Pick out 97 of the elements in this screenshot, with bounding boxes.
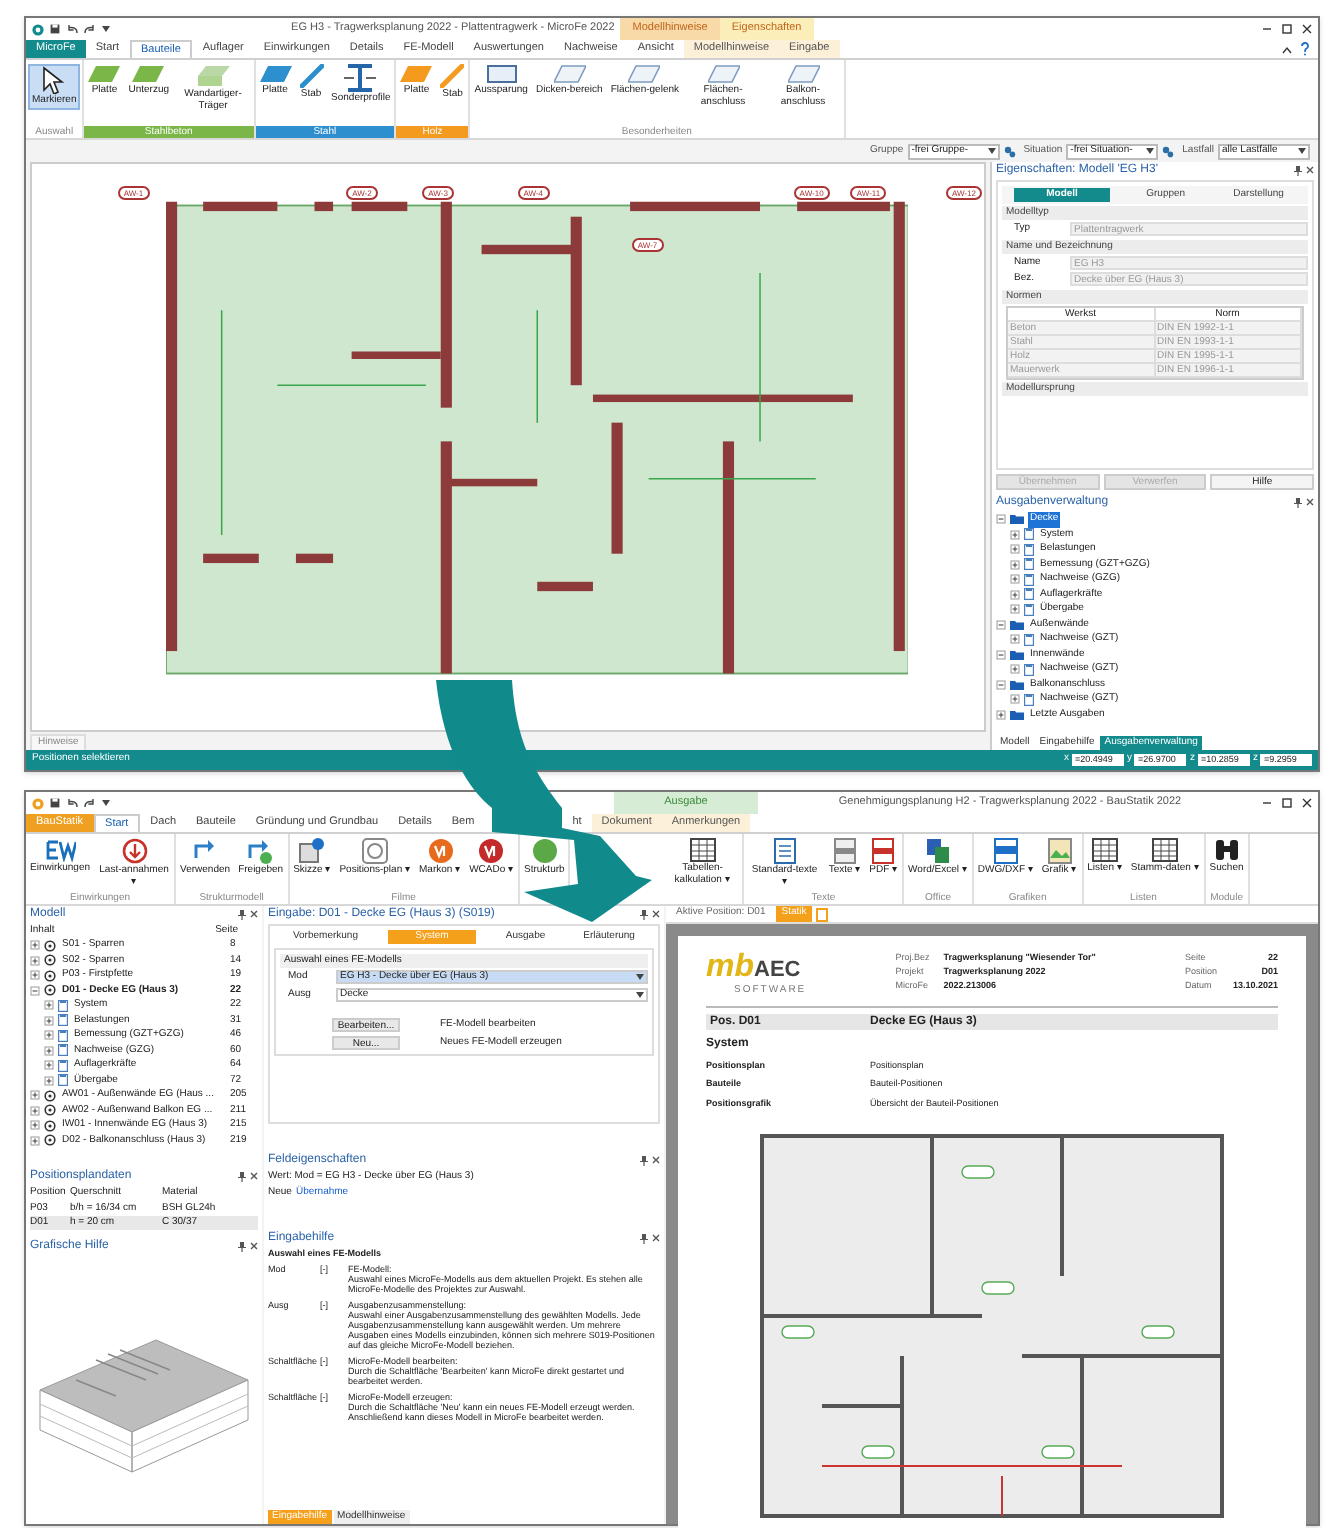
undo-icon[interactable] bbox=[66, 24, 78, 34]
collapse-ribbon-icon[interactable] bbox=[1282, 45, 1292, 53]
caret-icon bbox=[1298, 148, 1306, 154]
expand-icon[interactable] bbox=[30, 970, 40, 981]
expand-icon[interactable] bbox=[30, 1120, 40, 1131]
opening-icon bbox=[485, 64, 518, 84]
collapse-icon[interactable] bbox=[996, 649, 1006, 660]
slab-outline-icon bbox=[787, 64, 820, 84]
expand-icon[interactable] bbox=[1010, 589, 1020, 600]
pin-icon[interactable] bbox=[238, 910, 246, 920]
expand-icon[interactable] bbox=[30, 1090, 40, 1101]
document-icon bbox=[1024, 663, 1034, 676]
expand-icon[interactable] bbox=[1010, 574, 1020, 585]
expand-icon[interactable] bbox=[1010, 544, 1020, 555]
document-icon bbox=[1024, 693, 1034, 706]
dropdown-icon[interactable] bbox=[102, 800, 110, 806]
expand-icon[interactable] bbox=[30, 1135, 40, 1146]
redo-icon[interactable] bbox=[84, 798, 96, 808]
wall-icon bbox=[197, 64, 230, 88]
expand-icon[interactable] bbox=[44, 1015, 54, 1026]
caret-icon bbox=[636, 974, 644, 981]
close-icon[interactable] bbox=[652, 1234, 660, 1242]
close-icon[interactable] bbox=[1302, 24, 1312, 34]
pin-icon[interactable] bbox=[640, 1234, 648, 1244]
pin-icon[interactable] bbox=[238, 1172, 246, 1182]
collapse-icon[interactable] bbox=[30, 985, 40, 996]
folder-icon bbox=[1010, 679, 1024, 690]
app-logo-icon bbox=[32, 797, 44, 809]
expand-icon[interactable] bbox=[44, 1060, 54, 1071]
close-icon[interactable] bbox=[1302, 798, 1312, 808]
redo-icon[interactable] bbox=[84, 24, 96, 34]
cursor-icon bbox=[42, 66, 67, 94]
maximize-icon[interactable] bbox=[1282, 798, 1292, 808]
pin-icon[interactable] bbox=[640, 910, 648, 920]
expand-icon[interactable] bbox=[30, 940, 40, 951]
logo-mark: mb bbox=[706, 952, 754, 984]
filter-settings-icon[interactable] bbox=[1003, 145, 1016, 157]
slab-icon bbox=[259, 64, 292, 84]
close-icon[interactable] bbox=[250, 910, 258, 918]
folder-icon bbox=[1010, 619, 1024, 630]
file-icon bbox=[833, 838, 856, 864]
image-file-icon bbox=[1047, 838, 1072, 864]
slab-icon bbox=[132, 64, 165, 84]
undo-icon[interactable] bbox=[66, 798, 78, 808]
close-icon[interactable] bbox=[250, 1241, 258, 1249]
folder-icon bbox=[1010, 709, 1024, 720]
close-icon[interactable] bbox=[1306, 166, 1314, 174]
save-icon[interactable] bbox=[50, 24, 60, 34]
expand-icon[interactable] bbox=[1010, 634, 1020, 645]
pin-icon[interactable] bbox=[640, 1156, 648, 1166]
minimize-icon[interactable] bbox=[1262, 798, 1272, 808]
expand-icon[interactable] bbox=[1010, 604, 1020, 615]
close-icon[interactable] bbox=[652, 1156, 660, 1164]
collapse-icon[interactable] bbox=[996, 514, 1006, 525]
caret-icon bbox=[1146, 148, 1155, 154]
filter-settings-icon[interactable] bbox=[1162, 145, 1175, 157]
pin-icon[interactable] bbox=[1294, 166, 1302, 176]
binoculars-icon bbox=[1213, 838, 1240, 862]
maximize-icon[interactable] bbox=[1282, 24, 1292, 34]
expand-icon[interactable] bbox=[30, 1105, 40, 1116]
caret-icon bbox=[987, 148, 996, 154]
folder-icon bbox=[1010, 514, 1024, 525]
help-icon[interactable] bbox=[1300, 42, 1310, 56]
slab-icon bbox=[88, 64, 121, 84]
pin-icon[interactable] bbox=[1294, 498, 1302, 508]
expand-icon[interactable] bbox=[1010, 694, 1020, 705]
expand-icon[interactable] bbox=[44, 1075, 54, 1086]
caret-icon bbox=[636, 991, 644, 998]
pin-icon[interactable] bbox=[238, 1241, 246, 1251]
collapse-icon[interactable] bbox=[996, 619, 1006, 630]
expand-icon[interactable] bbox=[44, 1000, 54, 1011]
slab-icon bbox=[400, 64, 433, 84]
beam-profile-icon bbox=[344, 64, 377, 92]
dropdown-icon[interactable] bbox=[102, 26, 110, 32]
minimize-icon[interactable] bbox=[1262, 24, 1272, 34]
logo-text: AEC bbox=[754, 960, 801, 982]
close-icon[interactable] bbox=[652, 910, 660, 918]
collapse-icon[interactable] bbox=[996, 679, 1006, 690]
slab-outline-icon bbox=[707, 64, 740, 84]
expand-icon[interactable] bbox=[1010, 559, 1020, 570]
expand-icon[interactable] bbox=[996, 709, 1006, 720]
slab-outline-icon bbox=[553, 64, 586, 84]
expand-icon[interactable] bbox=[44, 1030, 54, 1041]
bar-icon bbox=[299, 64, 324, 88]
expand-icon[interactable] bbox=[30, 955, 40, 966]
expand-icon[interactable] bbox=[1010, 529, 1020, 540]
slab-outline-icon bbox=[628, 64, 661, 84]
expand-icon[interactable] bbox=[1010, 664, 1020, 675]
folder-icon bbox=[1010, 649, 1024, 660]
save-icon[interactable] bbox=[50, 798, 60, 808]
app-logo-icon bbox=[32, 23, 44, 35]
office-documents-icon bbox=[925, 838, 950, 864]
close-icon[interactable] bbox=[1306, 498, 1314, 506]
bar-icon bbox=[440, 64, 465, 88]
document-icon bbox=[1024, 633, 1034, 646]
expand-icon[interactable] bbox=[44, 1045, 54, 1056]
close-icon[interactable] bbox=[250, 1172, 258, 1180]
